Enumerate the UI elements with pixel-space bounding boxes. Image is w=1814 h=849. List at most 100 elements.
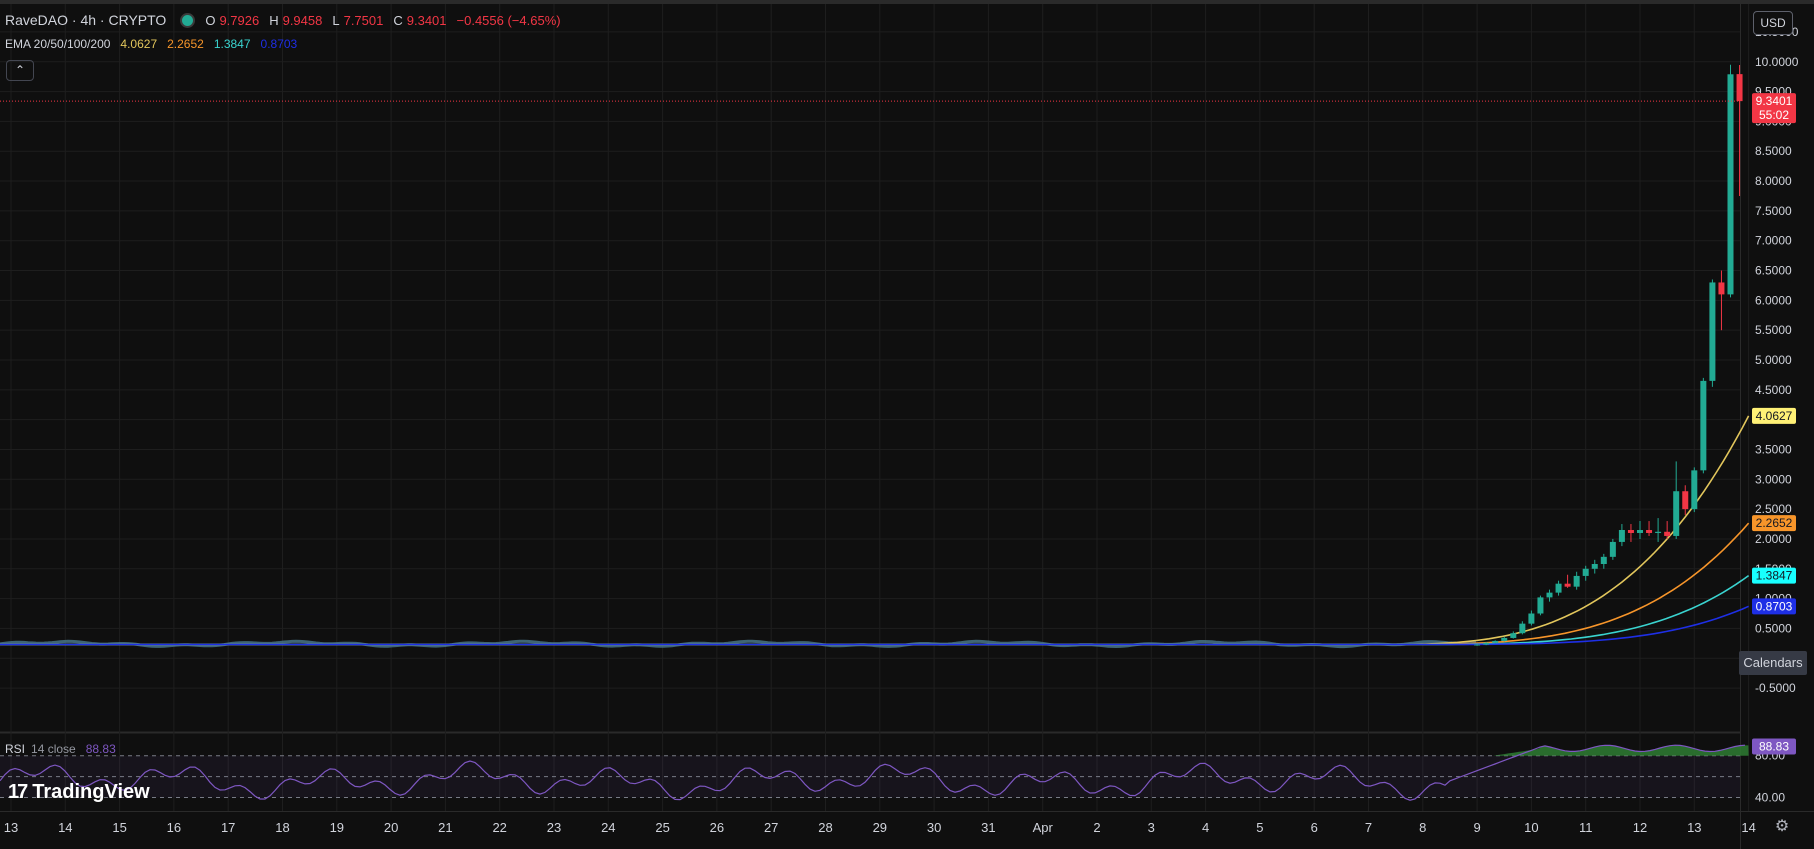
ema20-price-label: 4.0627 — [1756, 409, 1793, 423]
candle-body — [1501, 637, 1508, 641]
price-tick-label: 6.0000 — [1755, 293, 1792, 307]
candle-body — [1582, 568, 1589, 576]
low-label: L — [332, 12, 340, 28]
time-tick-label: 2 — [1093, 820, 1100, 835]
candle-body — [1673, 491, 1680, 536]
candle-body — [1564, 583, 1571, 587]
price-tick-label: 5.5000 — [1755, 323, 1792, 337]
currency-button[interactable]: USD — [1753, 11, 1793, 35]
time-tick-label: 14 — [58, 820, 72, 835]
candle-body — [1736, 74, 1743, 102]
candle-body — [1618, 530, 1625, 542]
tradingview-name: TradingView — [32, 781, 150, 803]
candle-body — [1555, 583, 1562, 593]
ema50-price-label: 2.2652 — [1756, 516, 1793, 530]
time-tick-label: 12 — [1633, 820, 1647, 835]
time-tick-label: 16 — [167, 820, 181, 835]
candle-body — [1528, 613, 1535, 624]
candle-body — [1546, 592, 1553, 598]
candle-body — [1727, 74, 1734, 295]
price-tick-label: 3.5000 — [1755, 442, 1792, 456]
last-price-label-countdown: 55:02 — [1759, 108, 1789, 122]
candle-body — [1591, 564, 1598, 569]
high-value: 9.9458 — [282, 12, 323, 28]
time-tick-label: 19 — [330, 820, 344, 835]
price-tick-label: 2.0000 — [1755, 532, 1792, 546]
rsi-value: 88.83 — [85, 742, 116, 756]
time-tick-label: 24 — [601, 820, 615, 835]
tradingview-logo[interactable]: 17 TradingView — [8, 781, 150, 804]
price-tick-label: 5.0000 — [1755, 353, 1792, 367]
candle-body — [1627, 530, 1634, 533]
price-pane-bg — [0, 4, 1740, 731]
last-price-label: 9.3401 — [1756, 94, 1793, 108]
time-tick-label: 28 — [818, 820, 832, 835]
time-tick-label: 31 — [981, 820, 995, 835]
tradingview-logo-icon: 17 — [8, 781, 28, 803]
close-label: C — [393, 12, 403, 28]
candle-body — [1700, 380, 1707, 471]
time-tick-label: 15 — [112, 820, 126, 835]
time-tick-label: 18 — [275, 820, 289, 835]
time-tick-label: 27 — [764, 820, 778, 835]
price-tick-label: 4.5000 — [1755, 383, 1792, 397]
candle-body — [1646, 530, 1653, 533]
candle-body — [1537, 597, 1544, 614]
time-tick-label: 25 — [655, 820, 669, 835]
time-tick-label: 21 — [438, 820, 452, 835]
rsi-last-label: 88.83 — [1759, 739, 1789, 753]
time-tick-label: 5 — [1256, 820, 1263, 835]
candle-body — [1691, 470, 1698, 510]
candle-body — [1492, 640, 1499, 643]
candle-body — [1573, 575, 1580, 587]
calendars-button[interactable]: Calendars — [1739, 651, 1807, 675]
time-tick-label: 6 — [1311, 820, 1318, 835]
candle-body — [1655, 531, 1662, 533]
candle-body — [1718, 282, 1725, 295]
ema200-value: 0.8703 — [260, 37, 298, 51]
price-tick-label: 8.5000 — [1755, 144, 1792, 158]
symbol-title[interactable]: RaveDAO · 4h · CRYPTO — [5, 12, 166, 28]
time-tick-label: 29 — [873, 820, 887, 835]
market-status-icon — [180, 12, 196, 28]
time-tick-label: 10 — [1524, 820, 1538, 835]
time-tick-label: 26 — [710, 820, 724, 835]
price-tick-label: 0.5000 — [1755, 621, 1792, 635]
symbol-legend: RaveDAO · 4h · CRYPTO O 9.7926 H 9.9458 L7… — [5, 12, 561, 28]
ema-legend[interactable]: EMA 20/50/100/200 4.0627 2.2652 1.3847 0… — [5, 37, 297, 51]
candle-body — [1682, 491, 1689, 510]
time-tick-label: 20 — [384, 820, 398, 835]
price-tick-label: 3.0000 — [1755, 472, 1792, 486]
ema200-price-label: 0.8703 — [1756, 599, 1793, 613]
candle-body — [1600, 556, 1607, 564]
price-tick-label: 7.0000 — [1755, 234, 1792, 248]
price-tick-label: 6.5000 — [1755, 264, 1792, 278]
rsi-tick-label: 40.00 — [1755, 791, 1785, 805]
rsi-legend[interactable]: RSI 14 close 88.83 — [5, 742, 116, 756]
rsi-params: 14 close — [31, 742, 76, 756]
time-tick-label: 13 — [4, 820, 18, 835]
price-tick-label: 7.5000 — [1755, 204, 1792, 218]
collapse-legend-button[interactable]: ⌃ — [6, 60, 34, 81]
close-value: 9.3401 — [406, 12, 447, 28]
high-label: H — [269, 12, 279, 28]
time-tick-label: 30 — [927, 820, 941, 835]
ema-legend-name: EMA 20/50/100/200 — [5, 37, 111, 51]
time-tick-label: Apr — [1033, 820, 1054, 835]
time-tick-label: 14 — [1741, 820, 1755, 835]
rsi-name: RSI — [5, 742, 26, 756]
candle-body — [1519, 623, 1526, 634]
time-tick-label: 22 — [492, 820, 506, 835]
candle-body — [1709, 282, 1716, 381]
candle-body — [1609, 541, 1616, 557]
price-tick-label: 10.0000 — [1755, 55, 1799, 69]
change-value: −0.4556 (−4.65%) — [456, 12, 561, 28]
time-tick-label: 3 — [1148, 820, 1155, 835]
ema100-value: 1.3847 — [213, 37, 251, 51]
candle-body — [1664, 531, 1671, 536]
gear-icon[interactable]: ⚙ — [1773, 818, 1791, 836]
candle-body — [1483, 642, 1490, 645]
ema50-value: 2.2652 — [167, 37, 204, 51]
chart-canvas[interactable]: 10.500010.00009.50009.00008.50008.00007.… — [0, 0, 1814, 849]
ema100-price-label: 1.3847 — [1756, 569, 1793, 583]
